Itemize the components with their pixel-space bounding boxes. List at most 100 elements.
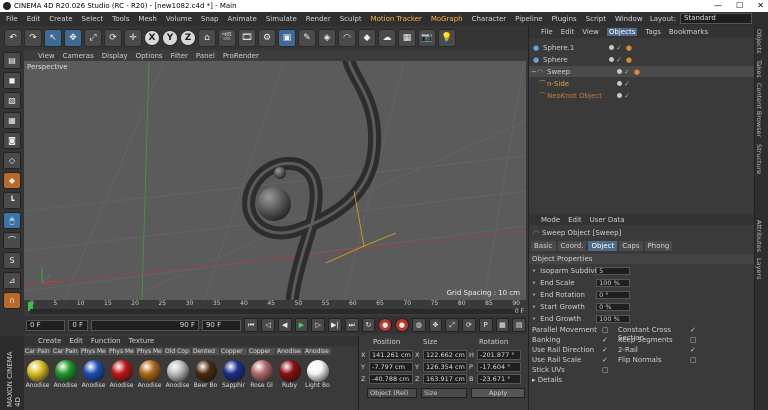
viewport-menu-panel[interactable]: Panel bbox=[196, 52, 215, 60]
material-swatch[interactable]: Ruby bbox=[276, 360, 303, 390]
side-tab-objects[interactable]: Objects bbox=[755, 26, 763, 57]
environment-icon[interactable]: ☁ bbox=[378, 29, 396, 47]
apply-button[interactable]: Apply bbox=[471, 388, 525, 398]
material-name[interactable]: Car Pain bbox=[52, 348, 79, 355]
objects-menu-file[interactable]: File bbox=[541, 28, 553, 36]
material-swatch[interactable]: Light Bo bbox=[304, 360, 331, 390]
sweep-generator-icon[interactable]: ◠ bbox=[338, 29, 356, 47]
tab-object[interactable]: Object bbox=[588, 241, 618, 251]
menu-pipeline[interactable]: Pipeline bbox=[515, 15, 542, 23]
go-to-start-icon[interactable]: ⏮ bbox=[244, 318, 259, 332]
visibility-dot[interactable] bbox=[609, 45, 614, 50]
viewport-menu-display[interactable]: Display bbox=[102, 52, 128, 60]
size-mode-dropdown[interactable]: Size bbox=[421, 388, 467, 398]
cube-primitive-icon[interactable]: ▣ bbox=[278, 29, 296, 47]
minimize-button[interactable]: — bbox=[714, 0, 722, 12]
isoparm-subdivision-field[interactable]: 5 bbox=[596, 267, 631, 275]
coordinate-system-icon[interactable]: ⌂ bbox=[198, 29, 216, 47]
side-tab-structure[interactable]: Structure bbox=[755, 141, 763, 177]
visibility-dot[interactable] bbox=[609, 57, 614, 62]
polygons-mode-icon[interactable]: ◆ bbox=[3, 172, 21, 189]
constant-cross-section-checkbox[interactable]: ✓ bbox=[690, 326, 696, 336]
material-menu-create[interactable]: Create bbox=[38, 337, 61, 345]
deformer-icon[interactable]: ◆ bbox=[358, 29, 376, 47]
timeline-ruler[interactable]: 0 5 10 15 20 25 30 35 40 45 50 55 60 65 … bbox=[24, 300, 526, 316]
model-mode-icon[interactable]: ◼ bbox=[3, 72, 21, 89]
render-view-icon[interactable]: 🎬 bbox=[218, 29, 236, 47]
sphere-object[interactable] bbox=[257, 187, 291, 221]
record-keys-icon[interactable]: ● bbox=[378, 318, 393, 332]
material-swatch[interactable]: Anodise bbox=[24, 360, 51, 390]
two-rail-checkbox[interactable]: ✓ bbox=[690, 346, 696, 356]
rotate-tool-icon[interactable]: ⟳ bbox=[104, 29, 122, 47]
menu-mesh[interactable]: Mesh bbox=[138, 15, 156, 23]
material-menu-function[interactable]: Function bbox=[91, 337, 121, 345]
material-name[interactable]: Phys Me bbox=[136, 348, 163, 355]
material-swatch[interactable]: Anodise bbox=[52, 360, 79, 390]
enabled-check[interactable]: ✓ bbox=[616, 44, 622, 52]
y-axis-lock-icon[interactable]: Y bbox=[162, 30, 178, 46]
select-tool-icon[interactable]: ↖ bbox=[44, 29, 62, 47]
sphere-1-object[interactable] bbox=[274, 167, 286, 179]
redo-icon[interactable]: ↷ bbox=[24, 29, 42, 47]
menu-edit[interactable]: Edit bbox=[27, 15, 41, 23]
rotation-p-field[interactable]: -17.604 ° bbox=[477, 362, 521, 372]
material-swatch[interactable]: Sapphir bbox=[220, 360, 247, 390]
material-swatch[interactable]: Anodise bbox=[108, 360, 135, 390]
material-swatch[interactable]: Anodise bbox=[80, 360, 107, 390]
transform-tool-icon[interactable]: ✛ bbox=[124, 29, 142, 47]
solo-mode-icon[interactable]: S bbox=[3, 252, 21, 269]
points-mode-icon[interactable]: ◙ bbox=[3, 132, 21, 149]
size-y-field[interactable]: 126.354 cm bbox=[423, 362, 467, 372]
viewport-menu-view[interactable]: View bbox=[38, 52, 55, 60]
objects-menu-bookmarks[interactable]: Bookmarks bbox=[669, 28, 708, 36]
preview-range-slider[interactable]: 90 F bbox=[91, 319, 199, 331]
start-frame-field[interactable]: 0 F bbox=[68, 319, 89, 331]
viewport-menu-prorender[interactable]: ProRender bbox=[223, 52, 259, 60]
phong-tag-icon[interactable]: ● bbox=[626, 56, 632, 64]
menu-file[interactable]: File bbox=[6, 15, 18, 23]
material-name[interactable]: Dented bbox=[192, 348, 219, 355]
tab-caps[interactable]: Caps bbox=[619, 241, 643, 251]
material-menu-texture[interactable]: Texture bbox=[129, 337, 155, 345]
end-frame-field[interactable]: 90 F bbox=[201, 319, 242, 331]
material-name[interactable]: Old Cop bbox=[164, 348, 191, 355]
pen-spline-icon[interactable]: ✎ bbox=[298, 29, 316, 47]
keyframe-selection-icon[interactable]: ◍ bbox=[411, 318, 426, 332]
details-section[interactable]: ▸ Details bbox=[532, 376, 562, 384]
texture-mode-icon[interactable]: ▧ bbox=[3, 92, 21, 109]
visibility-dot[interactable] bbox=[617, 69, 622, 74]
object-row-n-side[interactable]: ⌒ n-Side ✓ bbox=[529, 78, 755, 89]
tab-phong[interactable]: Phong bbox=[644, 241, 673, 251]
position-y-field[interactable]: -7.797 cm bbox=[369, 362, 413, 372]
side-tab-layers[interactable]: Layers bbox=[755, 255, 763, 283]
x-axis-lock-icon[interactable]: X bbox=[144, 30, 160, 46]
3d-viewport[interactable]: Perspective Grid Spacing : 10 cm bbox=[24, 61, 526, 300]
menu-motion-tracker[interactable]: Motion Tracker bbox=[371, 15, 422, 23]
axis-mode-icon[interactable]: ┗ bbox=[3, 192, 21, 209]
size-z-field[interactable]: 163.917 cm bbox=[423, 374, 467, 384]
undo-icon[interactable]: ↶ bbox=[4, 29, 22, 47]
menu-simulate[interactable]: Simulate bbox=[266, 15, 297, 23]
scale-tool-icon[interactable]: ⤢ bbox=[84, 29, 102, 47]
menu-character[interactable]: Character bbox=[472, 15, 507, 23]
attributes-menu-user-data[interactable]: User Data bbox=[590, 216, 625, 224]
rotation-h-field[interactable]: -201.877 ° bbox=[477, 350, 521, 360]
menu-snap[interactable]: Snap bbox=[201, 15, 219, 23]
menu-volume[interactable]: Volume bbox=[166, 15, 192, 23]
enabled-check[interactable]: ✓ bbox=[616, 56, 622, 64]
menu-select[interactable]: Select bbox=[82, 15, 104, 23]
floor-icon[interactable]: ▦ bbox=[398, 29, 416, 47]
previous-frame-icon[interactable]: ◀ bbox=[277, 318, 292, 332]
attributes-menu-edit[interactable]: Edit bbox=[568, 216, 582, 224]
close-button[interactable]: ✕ bbox=[757, 0, 764, 12]
menu-plugins[interactable]: Plugins bbox=[552, 15, 577, 23]
use-rail-direction-checkbox[interactable]: ✓ bbox=[602, 346, 612, 356]
phong-tag-icon[interactable]: ● bbox=[626, 44, 632, 52]
material-name[interactable]: Anodise bbox=[276, 348, 303, 355]
material-swatch[interactable]: Beer Bo bbox=[192, 360, 219, 390]
end-rotation-field[interactable]: 0 ° bbox=[596, 291, 631, 299]
current-frame-field[interactable]: 0 F bbox=[26, 319, 66, 331]
viewport-menu-cameras[interactable]: Cameras bbox=[63, 52, 94, 60]
next-frame-icon[interactable]: ▷ bbox=[311, 318, 326, 332]
